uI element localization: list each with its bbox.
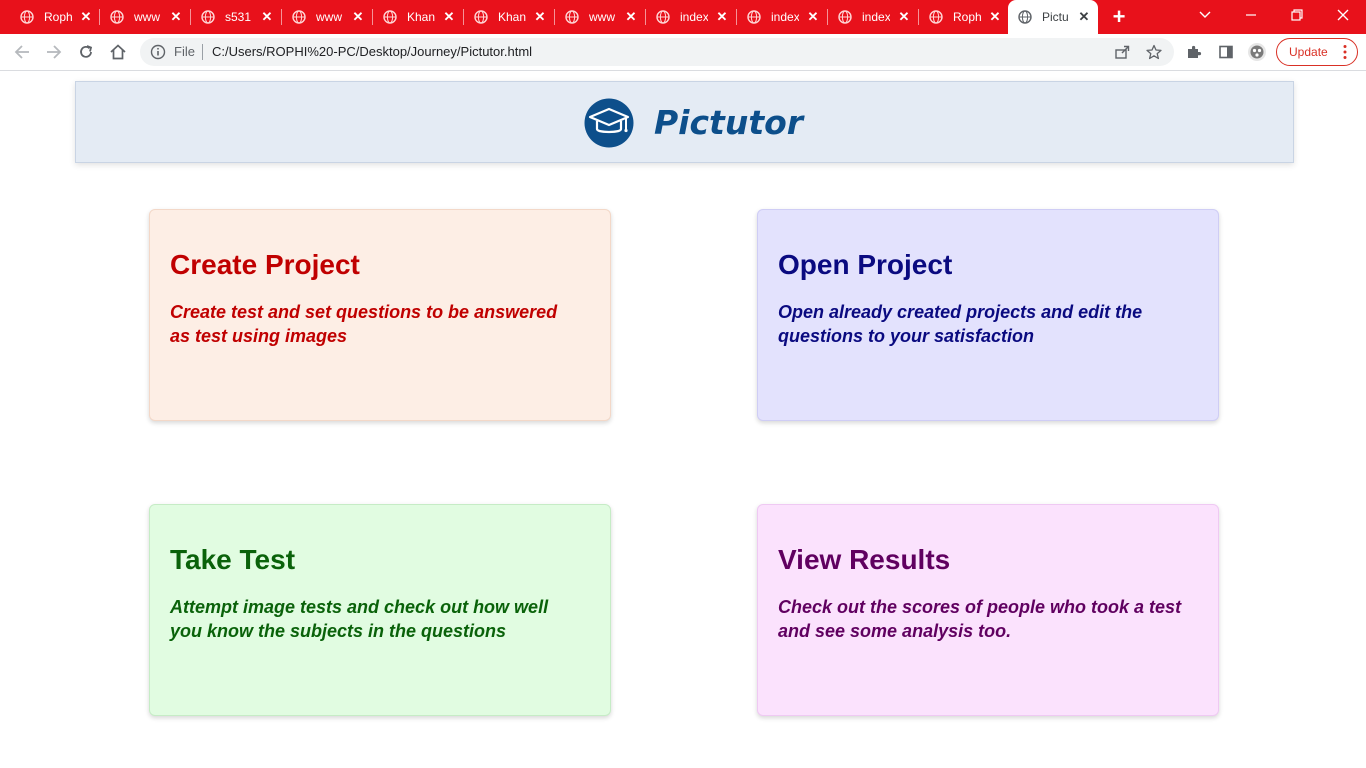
tab-title: Khan: [407, 10, 435, 24]
minimize-icon: [1246, 14, 1256, 16]
graduation-cap-icon: [584, 98, 634, 148]
close-icon[interactable]: ✕: [350, 9, 366, 25]
card-description: Open already created projects and edit t…: [778, 302, 1143, 346]
browser-tab[interactable]: Khan ✕: [373, 0, 464, 34]
star-icon[interactable]: [1146, 44, 1162, 60]
browser-tab-strip: Roph ✕ www ✕ s531 ✕ www ✕ Khan ✕ Khan ✕ …: [0, 0, 1366, 34]
new-tab-button[interactable]: +: [1108, 6, 1130, 28]
side-panel-button[interactable]: [1216, 42, 1236, 62]
globe-icon: [20, 10, 34, 24]
browser-tab[interactable]: Khan ✕: [464, 0, 555, 34]
close-icon[interactable]: ✕: [441, 9, 457, 25]
restore-icon: [1291, 9, 1303, 21]
close-icon[interactable]: ✕: [532, 9, 548, 25]
card-description: Create test and set questions to be answ…: [170, 302, 558, 346]
reload-button[interactable]: [76, 42, 96, 62]
browser-toolbar: File C:/Users/ROPHI%20-PC/Desktop/Journe…: [0, 34, 1366, 71]
view-results-card[interactable]: View Results Check out the scores of peo…: [757, 504, 1219, 716]
globe-icon: [201, 10, 215, 24]
tab-title: s531: [225, 10, 252, 24]
globe-icon: [292, 10, 306, 24]
close-icon[interactable]: ✕: [1076, 9, 1092, 25]
app-header: Pictutor: [75, 81, 1294, 163]
update-label: Update: [1289, 45, 1328, 59]
close-icon[interactable]: ✕: [805, 9, 821, 25]
url-text[interactable]: C:/Users/ROPHI%20-PC/Desktop/Journey/Pic…: [212, 44, 532, 60]
forward-button[interactable]: [44, 42, 64, 62]
browser-tab-active[interactable]: Pictu ✕: [1008, 0, 1098, 34]
card-title: Create Project: [170, 249, 360, 280]
arrow-left-icon: [14, 45, 29, 59]
tab-title: www: [134, 10, 160, 24]
close-icon[interactable]: ✕: [168, 9, 184, 25]
globe-icon: [565, 10, 579, 24]
close-icon[interactable]: ✕: [987, 9, 1003, 25]
create-project-card[interactable]: Create Project Create test and set quest…: [149, 209, 611, 421]
close-icon[interactable]: ✕: [623, 9, 639, 25]
take-test-card[interactable]: Take Test Attempt image tests and check …: [149, 504, 611, 716]
app-brand: Pictutor: [654, 103, 804, 142]
tab-title: index: [680, 10, 708, 24]
tab-title: Roph: [953, 10, 981, 24]
info-icon[interactable]: [150, 44, 166, 60]
scheme-label: File: [174, 44, 195, 59]
card-title: Take Test: [170, 544, 296, 575]
globe-icon: [929, 10, 943, 24]
browser-tab[interactable]: www ✕: [555, 0, 646, 34]
globe-icon: [656, 10, 670, 24]
chevron-down-icon: [1199, 11, 1211, 18]
home-button[interactable]: [108, 42, 128, 62]
tab-title: www: [589, 10, 615, 24]
tab-title: Roph: [44, 10, 72, 24]
globe-icon: [383, 10, 397, 24]
card-description: Check out the scores of people who took …: [778, 597, 1182, 641]
profile-button[interactable]: [1247, 42, 1267, 62]
puzzle-icon: [1188, 45, 1202, 58]
browser-tab[interactable]: index ✕: [646, 0, 737, 34]
tab-title: index: [862, 10, 890, 24]
card-title: View Results: [778, 544, 951, 575]
open-project-card[interactable]: Open Project Open already created projec…: [757, 209, 1219, 421]
browser-tab[interactable]: www ✕: [282, 0, 373, 34]
globe-icon: [474, 10, 488, 24]
update-button[interactable]: Update: [1276, 38, 1358, 66]
card-description: Attempt image tests and check out how we…: [170, 597, 549, 641]
close-icon: [1337, 9, 1349, 21]
browser-tab[interactable]: www ✕: [100, 0, 191, 34]
restore-button[interactable]: [1274, 0, 1320, 30]
browser-tab[interactable]: s531 ✕: [191, 0, 282, 34]
close-icon[interactable]: ✕: [896, 9, 912, 25]
browser-tab[interactable]: Roph ✕: [10, 0, 100, 34]
share-icon[interactable]: [1114, 44, 1130, 60]
globe-icon: [838, 10, 852, 24]
close-window-button[interactable]: [1320, 0, 1366, 30]
minimize-button[interactable]: [1228, 0, 1274, 30]
back-button[interactable]: [12, 42, 32, 62]
close-icon[interactable]: ✕: [714, 9, 730, 25]
avatar-icon: [1248, 43, 1266, 61]
address-bar[interactable]: File C:/Users/ROPHI%20-PC/Desktop/Journe…: [140, 38, 1174, 66]
arrow-right-icon: [47, 45, 62, 59]
tab-title: Khan: [498, 10, 526, 24]
tab-title: www: [316, 10, 342, 24]
globe-icon: [1018, 10, 1032, 24]
globe-icon: [747, 10, 761, 24]
browser-tab[interactable]: index ✕: [828, 0, 919, 34]
globe-icon: [110, 10, 124, 24]
browser-tab[interactable]: index ✕: [737, 0, 828, 34]
tab-title: Pictu: [1042, 10, 1068, 24]
home-icon: [110, 44, 126, 60]
tab-search-button[interactable]: [1182, 0, 1228, 30]
tab-title: index: [771, 10, 799, 24]
side-panel-icon: [1219, 45, 1233, 59]
omnibox-divider: [202, 44, 203, 60]
extensions-button[interactable]: [1184, 42, 1204, 62]
reload-icon: [80, 45, 93, 58]
card-title: Open Project: [778, 249, 953, 280]
close-icon[interactable]: ✕: [78, 9, 94, 25]
close-icon[interactable]: ✕: [259, 9, 275, 25]
browser-tab[interactable]: Roph ✕: [919, 0, 1010, 34]
more-vertical-icon: [1343, 45, 1347, 59]
